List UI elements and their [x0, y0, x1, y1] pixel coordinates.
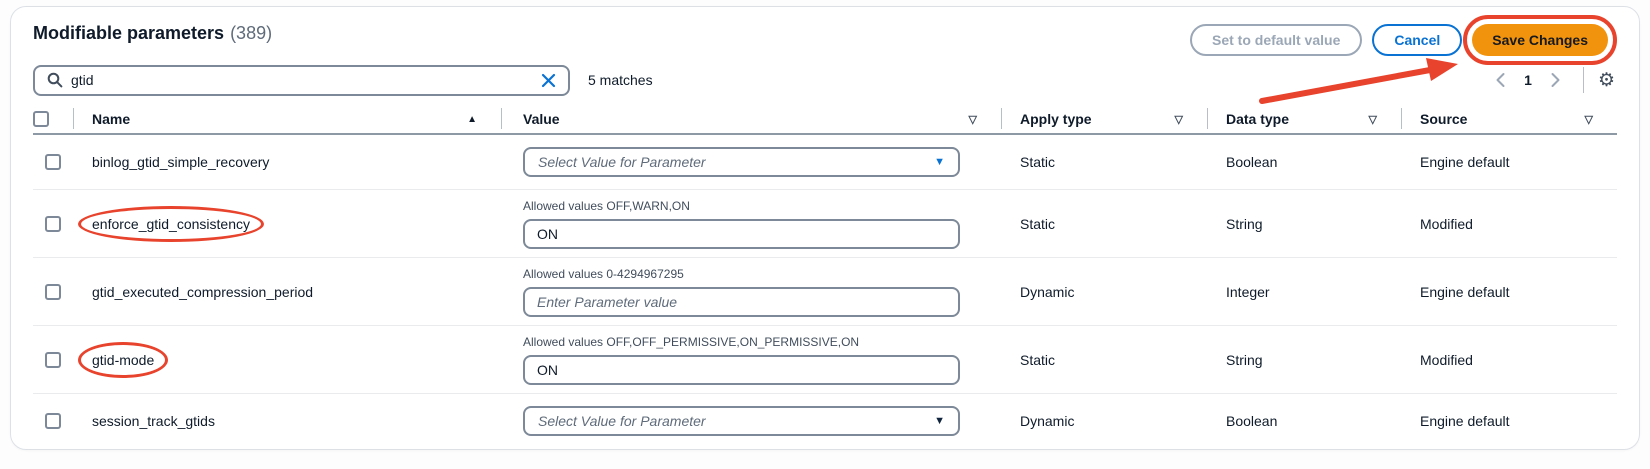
cancel-button[interactable]: Cancel — [1372, 24, 1462, 56]
chevron-down-icon: ▼ — [934, 156, 945, 168]
header-actions: Set to default value Cancel Save Changes — [1190, 18, 1617, 56]
modifiable-parameters-panel: Modifiable parameters (389) Set to defaul… — [10, 6, 1640, 450]
clear-search-icon[interactable] — [541, 73, 556, 88]
data-type-cell: Boolean — [1207, 413, 1401, 429]
table-header: Name ▲ Value ▽ Apply type ▽ Data type ▽ … — [33, 105, 1617, 135]
parameter-name: session_track_gtids — [92, 413, 215, 429]
search-area: 5 matches — [33, 65, 653, 96]
previous-page-button[interactable] — [1487, 70, 1514, 90]
search-icon — [47, 72, 63, 88]
row-checkbox[interactable] — [45, 284, 61, 300]
source-cell: Engine default — [1401, 413, 1617, 429]
pagination: 1 ⚙ — [1487, 67, 1617, 93]
allowed-values-label: Allowed values 0-4294967295 — [523, 267, 1001, 281]
filter-icon[interactable]: ▽ — [1585, 113, 1593, 126]
parameter-name: gtid_executed_compression_period — [92, 284, 313, 300]
pager-divider — [1583, 67, 1584, 93]
source-cell: Modified — [1401, 352, 1617, 368]
source-cell: Engine default — [1401, 154, 1617, 170]
table-row: enforce_gtid_consistency Allowed values … — [33, 190, 1617, 258]
column-header-value[interactable]: Value ▽ — [501, 105, 1001, 133]
save-changes-button[interactable]: Save Changes — [1472, 24, 1608, 56]
source-cell: Modified — [1401, 216, 1617, 232]
page-title: Modifiable parameters — [33, 23, 224, 43]
table-row: session_track_gtids Select Value for Par… — [33, 394, 1617, 448]
table-row: binlog_gtid_simple_recovery Select Value… — [33, 135, 1617, 190]
filter-icon[interactable]: ▽ — [1175, 113, 1183, 126]
search-input[interactable] — [71, 72, 541, 88]
value-select[interactable]: Select Value for Parameter ▼ — [523, 406, 960, 436]
data-type-cell: Boolean — [1207, 154, 1401, 170]
chevron-left-icon — [1495, 72, 1506, 88]
parameter-count: (389) — [230, 23, 272, 43]
match-count: 5 matches — [588, 72, 653, 88]
apply-type-cell: Static — [1001, 352, 1207, 368]
search-box[interactable] — [33, 65, 570, 96]
parameter-name: enforce_gtid_consistency — [92, 216, 250, 232]
sort-ascending-icon[interactable]: ▲ — [467, 114, 477, 125]
value-input[interactable] — [523, 219, 960, 249]
column-header-source[interactable]: Source ▽ — [1401, 105, 1617, 133]
next-page-button[interactable] — [1542, 70, 1569, 90]
row-checkbox[interactable] — [45, 154, 61, 170]
parameter-name: binlog_gtid_simple_recovery — [92, 154, 269, 170]
allowed-values-label: Allowed values OFF,WARN,ON — [523, 199, 1001, 213]
panel-title-wrap: Modifiable parameters (389) — [33, 18, 272, 44]
allowed-values-label: Allowed values OFF,OFF_PERMISSIVE,ON_PER… — [523, 335, 1001, 349]
data-type-cell: Integer — [1207, 284, 1401, 300]
column-header-name[interactable]: Name ▲ — [73, 105, 501, 133]
set-to-default-button[interactable]: Set to default value — [1190, 24, 1362, 56]
chevron-down-icon: ▼ — [934, 415, 945, 427]
panel-header: Modifiable parameters (389) Set to defaul… — [33, 18, 1617, 62]
apply-type-cell: Dynamic — [1001, 284, 1207, 300]
table-row: gtid_executed_compression_period Allowed… — [33, 258, 1617, 326]
filter-icon[interactable]: ▽ — [969, 113, 977, 126]
column-header-apply-type[interactable]: Apply type ▽ — [1001, 105, 1207, 133]
row-checkbox[interactable] — [45, 352, 61, 368]
value-input[interactable] — [523, 287, 960, 317]
source-cell: Engine default — [1401, 284, 1617, 300]
data-type-cell: String — [1207, 216, 1401, 232]
row-checkbox[interactable] — [45, 413, 61, 429]
row-checkbox[interactable] — [45, 216, 61, 232]
value-select[interactable]: Select Value for Parameter ▼ — [523, 147, 960, 177]
table-toolbar: 5 matches 1 ⚙ — [33, 64, 1617, 96]
table-row: gtid-mode Allowed values OFF,OFF_PERMISS… — [33, 326, 1617, 394]
column-header-data-type[interactable]: Data type ▽ — [1207, 105, 1401, 133]
apply-type-cell: Dynamic — [1001, 413, 1207, 429]
apply-type-cell: Static — [1001, 216, 1207, 232]
chevron-right-icon — [1550, 72, 1561, 88]
select-all-checkbox[interactable] — [33, 111, 49, 127]
data-type-cell: String — [1207, 352, 1401, 368]
value-input[interactable] — [523, 355, 960, 385]
parameter-name: gtid-mode — [92, 352, 154, 368]
filter-icon[interactable]: ▽ — [1369, 113, 1377, 126]
table-settings-gear-icon[interactable]: ⚙ — [1598, 71, 1615, 90]
apply-type-cell: Static — [1001, 154, 1207, 170]
current-page-number[interactable]: 1 — [1518, 72, 1538, 88]
